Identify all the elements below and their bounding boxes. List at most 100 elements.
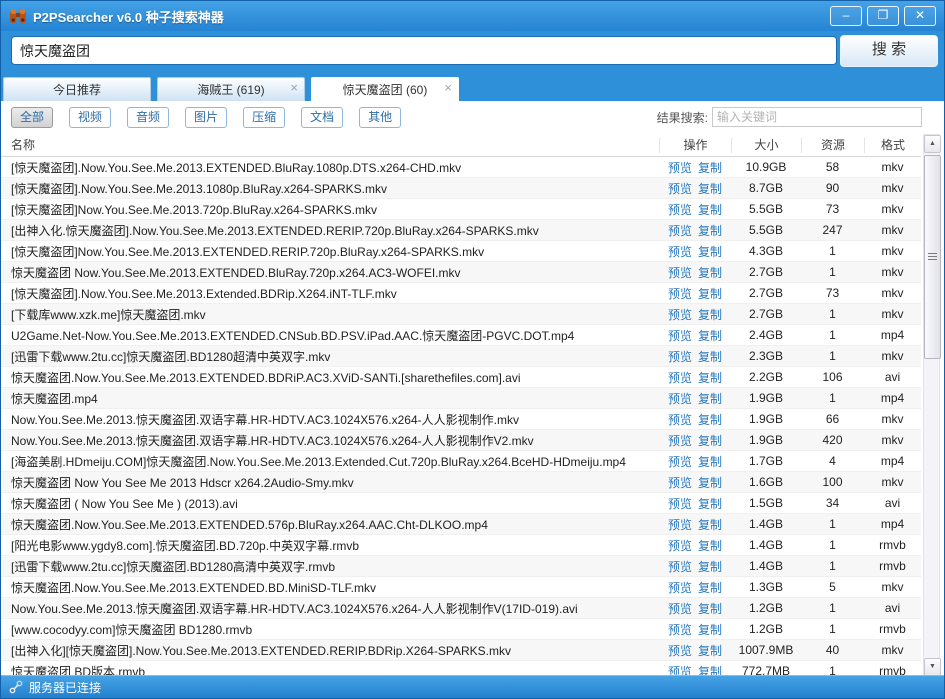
copy-link[interactable]: 复制 <box>698 434 722 448</box>
copy-link[interactable]: 复制 <box>698 245 722 259</box>
table-row[interactable]: [迅雷下载www.2tu.cc]惊天魔盗团.BD1280超清中英双字.mkv预览… <box>1 346 921 367</box>
table-row[interactable]: U2Game.Net-Now.You.See.Me.2013.EXTENDED.… <box>1 325 921 346</box>
table-row[interactable]: Now.You.See.Me.2013.惊天魔盗团.双语字幕.HR-HDTV.A… <box>1 409 921 430</box>
table-row[interactable]: [下载库www.xzk.me]惊天魔盗团.mkv预览复制2.7GB1mkv <box>1 304 921 325</box>
preview-link[interactable]: 预览 <box>668 224 692 238</box>
column-header-name[interactable]: 名称 <box>1 138 659 153</box>
table-row[interactable]: 惊天魔盗团 Now You See Me 2013 Hdscr x264.2Au… <box>1 472 921 493</box>
preview-link[interactable]: 预览 <box>668 497 692 511</box>
copy-link[interactable]: 复制 <box>698 413 722 427</box>
copy-link[interactable]: 复制 <box>698 581 722 595</box>
preview-link[interactable]: 预览 <box>668 245 692 259</box>
preview-link[interactable]: 预览 <box>668 623 692 637</box>
column-header-resources[interactable]: 资源 <box>801 138 864 153</box>
copy-link[interactable]: 复制 <box>698 602 722 616</box>
tab-close-icon[interactable]: × <box>444 81 452 94</box>
table-row[interactable]: [惊天魔盗团].Now.You.See.Me.2013.Extended.BDR… <box>1 283 921 304</box>
scrollbar-thumb[interactable] <box>924 155 941 359</box>
copy-link[interactable]: 复制 <box>698 518 722 532</box>
table-row[interactable]: [惊天魔盗团]Now.You.See.Me.2013.EXTENDED.RERI… <box>1 241 921 262</box>
copy-link[interactable]: 复制 <box>698 182 722 196</box>
filter-archive[interactable]: 压缩 <box>243 107 285 128</box>
tab-today-recommend[interactable]: 今日推荐 <box>3 77 151 101</box>
preview-link[interactable]: 预览 <box>668 308 692 322</box>
copy-link[interactable]: 复制 <box>698 371 722 385</box>
column-header-format[interactable]: 格式 <box>864 138 921 153</box>
search-button[interactable]: 搜 索 <box>840 35 938 67</box>
copy-link[interactable]: 复制 <box>698 329 722 343</box>
filter-audio[interactable]: 音频 <box>127 107 169 128</box>
preview-link[interactable]: 预览 <box>668 161 692 175</box>
filter-image[interactable]: 图片 <box>185 107 227 128</box>
table-row[interactable]: 惊天魔盗团.Now.You.See.Me.2013.EXTENDED.576p.… <box>1 514 921 535</box>
preview-link[interactable]: 预览 <box>668 581 692 595</box>
copy-link[interactable]: 复制 <box>698 161 722 175</box>
table-row[interactable]: 惊天魔盗团.mp4预览复制1.9GB1mp4 <box>1 388 921 409</box>
table-row[interactable]: Now.You.See.Me.2013.惊天魔盗团.双语字幕.HR-HDTV.A… <box>1 430 921 451</box>
copy-link[interactable]: 复制 <box>698 476 722 490</box>
copy-link[interactable]: 复制 <box>698 560 722 574</box>
preview-link[interactable]: 预览 <box>668 434 692 448</box>
preview-link[interactable]: 预览 <box>668 455 692 469</box>
copy-link[interactable]: 复制 <box>698 350 722 364</box>
maximize-button[interactable]: ❐ <box>867 6 899 26</box>
copy-link[interactable]: 复制 <box>698 539 722 553</box>
table-row[interactable]: [惊天魔盗团].Now.You.See.Me.2013.1080p.BluRay… <box>1 178 921 199</box>
copy-link[interactable]: 复制 <box>698 224 722 238</box>
table-row[interactable]: [阳光电影www.ygdy8.com].惊天魔盗团.BD.720p.中英双字幕.… <box>1 535 921 556</box>
copy-link[interactable]: 复制 <box>698 644 722 658</box>
table-row[interactable]: [惊天魔盗团]Now.You.See.Me.2013.720p.BluRay.x… <box>1 199 921 220</box>
copy-link[interactable]: 复制 <box>698 392 722 406</box>
copy-link[interactable]: 复制 <box>698 497 722 511</box>
tab-one-piece[interactable]: 海贼王 (619) × <box>157 77 305 101</box>
table-row[interactable]: [出神入化.惊天魔盗团].Now.You.See.Me.2013.EXTENDE… <box>1 220 921 241</box>
scroll-down-arrow-icon[interactable]: ▼ <box>924 658 941 676</box>
minimize-button[interactable]: – <box>830 6 862 26</box>
copy-link[interactable]: 复制 <box>698 623 722 637</box>
preview-link[interactable]: 预览 <box>668 476 692 490</box>
filter-video[interactable]: 视频 <box>69 107 111 128</box>
preview-link[interactable]: 预览 <box>668 413 692 427</box>
table-row[interactable]: 惊天魔盗团.Now.You.See.Me.2013.EXTENDED.BD.Mi… <box>1 577 921 598</box>
close-button[interactable]: ✕ <box>904 6 936 26</box>
preview-link[interactable]: 预览 <box>668 329 692 343</box>
table-row[interactable]: [www.cocodyy.com]惊天魔盗团 BD1280.rmvb预览复制1.… <box>1 619 921 640</box>
table-row[interactable]: Now.You.See.Me.2013.惊天魔盗团.双语字幕.HR-HDTV.A… <box>1 598 921 619</box>
preview-link[interactable]: 预览 <box>668 602 692 616</box>
preview-link[interactable]: 预览 <box>668 518 692 532</box>
preview-link[interactable]: 预览 <box>668 287 692 301</box>
preview-link[interactable]: 预览 <box>668 182 692 196</box>
table-row[interactable]: [出神入化][惊天魔盗团].Now.You.See.Me.2013.EXTEND… <box>1 640 921 661</box>
copy-link[interactable]: 复制 <box>698 266 722 280</box>
copy-link[interactable]: 复制 <box>698 455 722 469</box>
preview-link[interactable]: 预览 <box>668 203 692 217</box>
copy-link[interactable]: 复制 <box>698 203 722 217</box>
preview-link[interactable]: 预览 <box>668 644 692 658</box>
tab-now-you-see-me[interactable]: 惊天魔盗团 (60) × <box>311 77 459 101</box>
table-row[interactable]: [惊天魔盗团].Now.You.See.Me.2013.EXTENDED.Blu… <box>1 157 921 178</box>
filter-other[interactable]: 其他 <box>359 107 401 128</box>
copy-link[interactable]: 复制 <box>698 287 722 301</box>
preview-link[interactable]: 预览 <box>668 560 692 574</box>
column-header-size[interactable]: 大小 <box>731 138 801 153</box>
preview-link[interactable]: 预览 <box>668 266 692 280</box>
column-header-actions[interactable]: 操作 <box>659 138 731 153</box>
tab-close-icon[interactable]: × <box>290 81 298 94</box>
preview-link[interactable]: 预览 <box>668 539 692 553</box>
result-search-input[interactable] <box>712 107 922 127</box>
filter-all[interactable]: 全部 <box>11 107 53 128</box>
scroll-up-arrow-icon[interactable]: ▲ <box>924 135 941 153</box>
vertical-scrollbar[interactable]: ▲ ▼ <box>923 134 940 677</box>
preview-link[interactable]: 预览 <box>668 350 692 364</box>
preview-link[interactable]: 预览 <box>668 392 692 406</box>
table-row[interactable]: 惊天魔盗团 ( Now You See Me ) (2013).avi预览复制1… <box>1 493 921 514</box>
file-name: [海盗美剧.HDmeiju.COM]惊天魔盗团.Now.You.See.Me.2… <box>1 453 659 470</box>
table-row[interactable]: [海盗美剧.HDmeiju.COM]惊天魔盗团.Now.You.See.Me.2… <box>1 451 921 472</box>
table-row[interactable]: [迅雷下载www.2tu.cc]惊天魔盗团.BD1280高清中英双字.rmvb预… <box>1 556 921 577</box>
search-input[interactable] <box>11 36 837 65</box>
table-row[interactable]: 惊天魔盗团.Now.You.See.Me.2013.EXTENDED.BDRiP… <box>1 367 921 388</box>
table-row[interactable]: 惊天魔盗团 Now.You.See.Me.2013.EXTENDED.BluRa… <box>1 262 921 283</box>
copy-link[interactable]: 复制 <box>698 308 722 322</box>
filter-document[interactable]: 文档 <box>301 107 343 128</box>
preview-link[interactable]: 预览 <box>668 371 692 385</box>
